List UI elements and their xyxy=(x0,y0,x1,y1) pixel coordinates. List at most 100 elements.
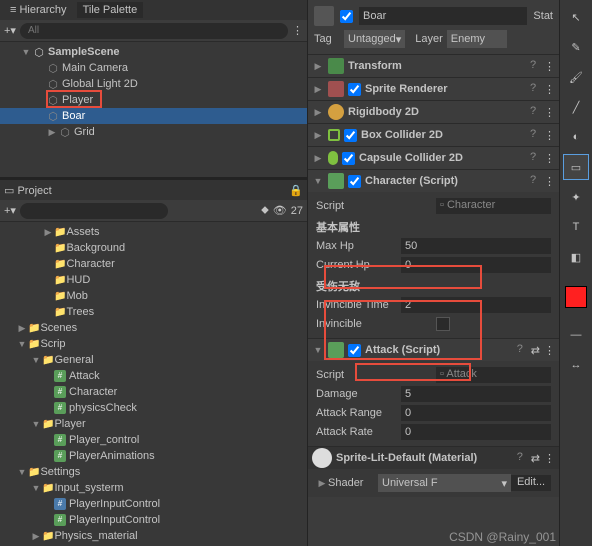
folder-settings[interactable]: ▼📁 Settings xyxy=(0,464,307,480)
component-sprite[interactable]: ▶Sprite Renderer?⋮ xyxy=(308,78,559,100)
folder-character[interactable]: 📁 Character xyxy=(0,256,307,272)
folder-background[interactable]: 📁 Background xyxy=(0,240,307,256)
tilepalette-tab[interactable]: Tile Palette xyxy=(77,2,144,18)
hierarchy-search-input[interactable] xyxy=(20,23,288,39)
help-icon[interactable]: ? xyxy=(526,174,540,188)
scene-node[interactable]: ▼ ⬡ SampleScene xyxy=(0,44,307,60)
text-tool[interactable]: T xyxy=(563,214,589,240)
help-icon[interactable]: ? xyxy=(513,343,527,357)
active-checkbox[interactable] xyxy=(340,10,353,23)
menu-icon[interactable]: ⋮ xyxy=(544,452,555,465)
mask-tool[interactable]: ◐ xyxy=(563,124,589,150)
menu-icon[interactable]: ⋮ xyxy=(544,344,555,357)
minus-tool[interactable]: — xyxy=(563,322,589,348)
asset-pinput2[interactable]: #PlayerInputControl xyxy=(0,512,307,528)
enable-checkbox[interactable] xyxy=(344,129,357,142)
watermark: CSDN @Rainy_001 xyxy=(449,530,556,544)
help-icon[interactable]: ? xyxy=(526,59,540,73)
script-label: Script xyxy=(316,200,436,212)
object-name-input[interactable] xyxy=(359,7,527,25)
script-character[interactable]: #Character xyxy=(0,384,307,400)
help-icon[interactable]: ? xyxy=(526,128,540,142)
rate-input[interactable] xyxy=(401,424,551,440)
component-attack[interactable]: ▼Attack (Script)?⇄⋮ xyxy=(308,339,559,361)
brush-tool[interactable]: 🖌 xyxy=(563,64,589,90)
preset-icon[interactable]: ⇄ xyxy=(531,452,540,465)
invtime-input[interactable] xyxy=(401,297,551,313)
add-button[interactable]: +▾ xyxy=(4,204,16,217)
component-capsulecollider[interactable]: ▶Capsule Collider 2D?⋮ xyxy=(308,147,559,169)
line-tool[interactable]: ╱ xyxy=(563,94,589,120)
shape-tool[interactable]: ✦ xyxy=(563,184,589,210)
component-character[interactable]: ▼Character (Script)?⋮ xyxy=(308,170,559,192)
maxhp-input[interactable] xyxy=(401,238,551,254)
folder-physmat[interactable]: ▶📁 Physics_material xyxy=(0,528,307,544)
add-button[interactable]: +▾ xyxy=(4,24,16,37)
script-physicscheck[interactable]: #physicsCheck xyxy=(0,400,307,416)
cursor-tool[interactable]: ↖ xyxy=(563,4,589,30)
arrows-tool[interactable]: ↔ xyxy=(563,352,589,378)
folder-general[interactable]: ▼📁 General xyxy=(0,352,307,368)
preset-icon[interactable]: ⇄ xyxy=(531,344,540,357)
csharp-icon: # xyxy=(54,450,66,462)
expand-toggle[interactable]: ▶ xyxy=(46,127,58,138)
menu-icon[interactable]: ⋮ xyxy=(544,106,555,119)
hierarchy-item-maincamera[interactable]: ⬡Main Camera xyxy=(0,60,307,76)
help-icon[interactable]: ? xyxy=(526,105,540,119)
enable-checkbox[interactable] xyxy=(342,152,355,165)
enable-checkbox[interactable] xyxy=(348,83,361,96)
component-transform[interactable]: ▶Transform?⋮ xyxy=(308,55,559,77)
curhp-input[interactable] xyxy=(401,257,551,273)
tag-dropdown[interactable]: Untagged▾ xyxy=(344,30,405,48)
hierarchy-tab[interactable]: ≡ Hierarchy xyxy=(4,2,73,18)
rect-tool[interactable]: ▭ xyxy=(563,154,589,180)
menu-icon[interactable]: ⋮ xyxy=(544,83,555,96)
folder-scrip[interactable]: ▼📁 Scrip xyxy=(0,336,307,352)
pencil-tool[interactable]: ✎ xyxy=(563,34,589,60)
menu-icon[interactable]: ⋮ xyxy=(544,152,555,165)
edit-button[interactable]: Edit... xyxy=(511,475,551,491)
damage-input[interactable] xyxy=(401,386,551,402)
visibility-icon[interactable]: 👁 xyxy=(273,204,287,217)
material-header[interactable]: Sprite-Lit-Default (Material) ?⇄⋮ xyxy=(308,447,559,469)
layer-label: Layer xyxy=(415,33,443,45)
asset-pinput1[interactable]: #PlayerInputControl xyxy=(0,496,307,512)
hierarchy-item-boar[interactable]: ⬡Boar xyxy=(0,108,307,124)
folder-inputsys[interactable]: ▼📁 Input_systerm xyxy=(0,480,307,496)
script-ref[interactable]: ▫ Attack xyxy=(436,367,551,383)
layer-dropdown[interactable]: Enemy xyxy=(447,30,507,48)
script-playercontrol[interactable]: #Player_control xyxy=(0,432,307,448)
project-tab[interactable]: ▭ Project xyxy=(4,184,52,197)
menu-icon[interactable]: ⋮ xyxy=(544,60,555,73)
hierarchy-item-grid[interactable]: ▶⬡Grid xyxy=(0,124,307,140)
project-search-input[interactable] xyxy=(20,203,168,219)
range-input[interactable] xyxy=(401,405,551,421)
folder-assets[interactable]: ▶📁 Assets xyxy=(0,224,307,240)
script-attack[interactable]: #Attack xyxy=(0,368,307,384)
folder-trees[interactable]: 📁 Trees xyxy=(0,304,307,320)
filter-icon[interactable]: ⬥ xyxy=(261,204,269,217)
shader-dropdown[interactable]: Universal F▾ xyxy=(378,474,511,492)
help-icon[interactable]: ? xyxy=(513,451,527,465)
color-picker[interactable] xyxy=(565,286,587,308)
lock-icon[interactable]: 🔒 xyxy=(289,184,303,197)
gameobject-icon: ⬡ xyxy=(46,61,60,75)
folder-hud[interactable]: 📁 HUD xyxy=(0,272,307,288)
component-rigidbody[interactable]: ▶Rigidbody 2D?⋮ xyxy=(308,101,559,123)
enable-checkbox[interactable] xyxy=(348,175,361,188)
hierarchy-menu-icon[interactable]: ⋮ xyxy=(292,24,303,37)
folder-player[interactable]: ▼📁 Player xyxy=(0,416,307,432)
menu-icon[interactable]: ⋮ xyxy=(544,129,555,142)
inv-checkbox[interactable] xyxy=(436,317,450,331)
expand-toggle[interactable]: ▼ xyxy=(20,47,32,57)
help-icon[interactable]: ? xyxy=(526,82,540,96)
folder-scenes[interactable]: ▶📁 Scenes xyxy=(0,320,307,336)
eraser-tool[interactable]: ◧ xyxy=(563,244,589,270)
enable-checkbox[interactable] xyxy=(348,344,361,357)
component-boxcollider[interactable]: ▶Box Collider 2D?⋮ xyxy=(308,124,559,146)
help-icon[interactable]: ? xyxy=(526,151,540,165)
menu-icon[interactable]: ⋮ xyxy=(544,175,555,188)
script-playeranim[interactable]: #PlayerAnimations xyxy=(0,448,307,464)
script-ref[interactable]: ▫ Character xyxy=(436,198,551,214)
folder-mob[interactable]: 📁 Mob xyxy=(0,288,307,304)
